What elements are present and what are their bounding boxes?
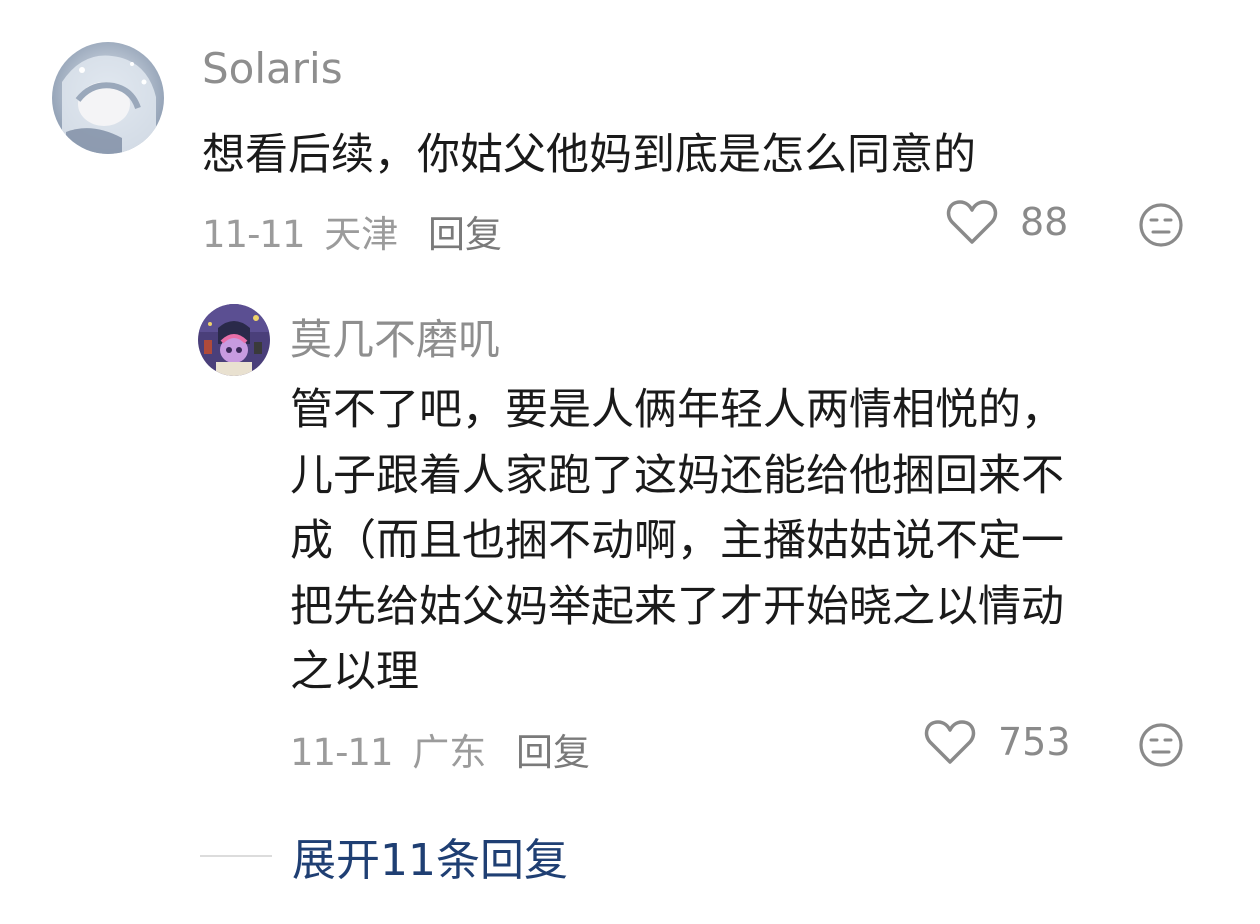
comment-1-text: 想看后续，你姑父他妈到底是怎么同意的 bbox=[202, 128, 1202, 182]
comment-1-like-count: 88 bbox=[1020, 200, 1069, 244]
comment-2-text: 管不了吧，要是人俩年轻人两情相悦的， 儿子跟着人家跑了这妈还能给他捆回来不 成（… bbox=[290, 378, 1230, 706]
comment-2-date: 11-11 bbox=[290, 731, 394, 774]
comment-2-avatar[interactable] bbox=[198, 304, 270, 376]
comment-1-location: 天津 bbox=[324, 213, 399, 256]
expand-divider-line bbox=[200, 855, 272, 857]
heart-outline-icon bbox=[924, 720, 976, 764]
comment-2-text-line: 管不了吧，要是人俩年轻人两情相悦的， bbox=[290, 385, 1064, 435]
comment-2-meta: 11-11 广东 回复 bbox=[290, 722, 590, 776]
comment-1-react-button[interactable] bbox=[1138, 202, 1184, 252]
comment-2-text-line: 儿子跟着人家跑了这妈还能给他捆回来不 bbox=[290, 450, 1064, 501]
comment-2-username[interactable]: 莫几不磨叽 bbox=[290, 306, 500, 367]
pony-character-avatar bbox=[198, 304, 270, 376]
heart-outline-icon bbox=[946, 200, 998, 244]
anime-character-avatar bbox=[52, 42, 164, 154]
comment-1-reply-button[interactable]: 回复 bbox=[428, 213, 502, 256]
comment-2-text-line: 成（而且也捆不动啊，主播姑姑说不定一 bbox=[290, 516, 1064, 566]
neutral-face-icon bbox=[1139, 723, 1183, 767]
expand-replies-button[interactable]: 展开11条回复 bbox=[200, 824, 568, 888]
comment-1-meta: 11-11 天津 回复 bbox=[202, 204, 502, 258]
comment-2-like-button[interactable]: 753 bbox=[924, 718, 1071, 766]
comment-1-like-button[interactable]: 88 bbox=[946, 198, 1068, 246]
comment-1-text-line: 想看后续，你姑父他妈到底是怎么同意的 bbox=[202, 130, 976, 180]
comment-2-react-button[interactable] bbox=[1138, 722, 1184, 772]
comment-2-location: 广东 bbox=[412, 731, 487, 774]
comment-1-username[interactable]: Solaris bbox=[202, 44, 343, 93]
comment-2-like-count: 753 bbox=[998, 720, 1071, 764]
comment-1-date: 11-11 bbox=[202, 213, 306, 256]
comment-2-reply-button[interactable]: 回复 bbox=[516, 731, 590, 774]
comment-1-avatar[interactable] bbox=[52, 42, 164, 154]
expand-replies-label[interactable]: 展开11条回复 bbox=[292, 824, 568, 888]
comment-2-text-line: 把先给姑父妈举起来了才开始晓之以情动 bbox=[290, 581, 1064, 632]
neutral-face-icon bbox=[1139, 203, 1183, 247]
comment-2-text-line: 之以理 bbox=[290, 647, 419, 697]
